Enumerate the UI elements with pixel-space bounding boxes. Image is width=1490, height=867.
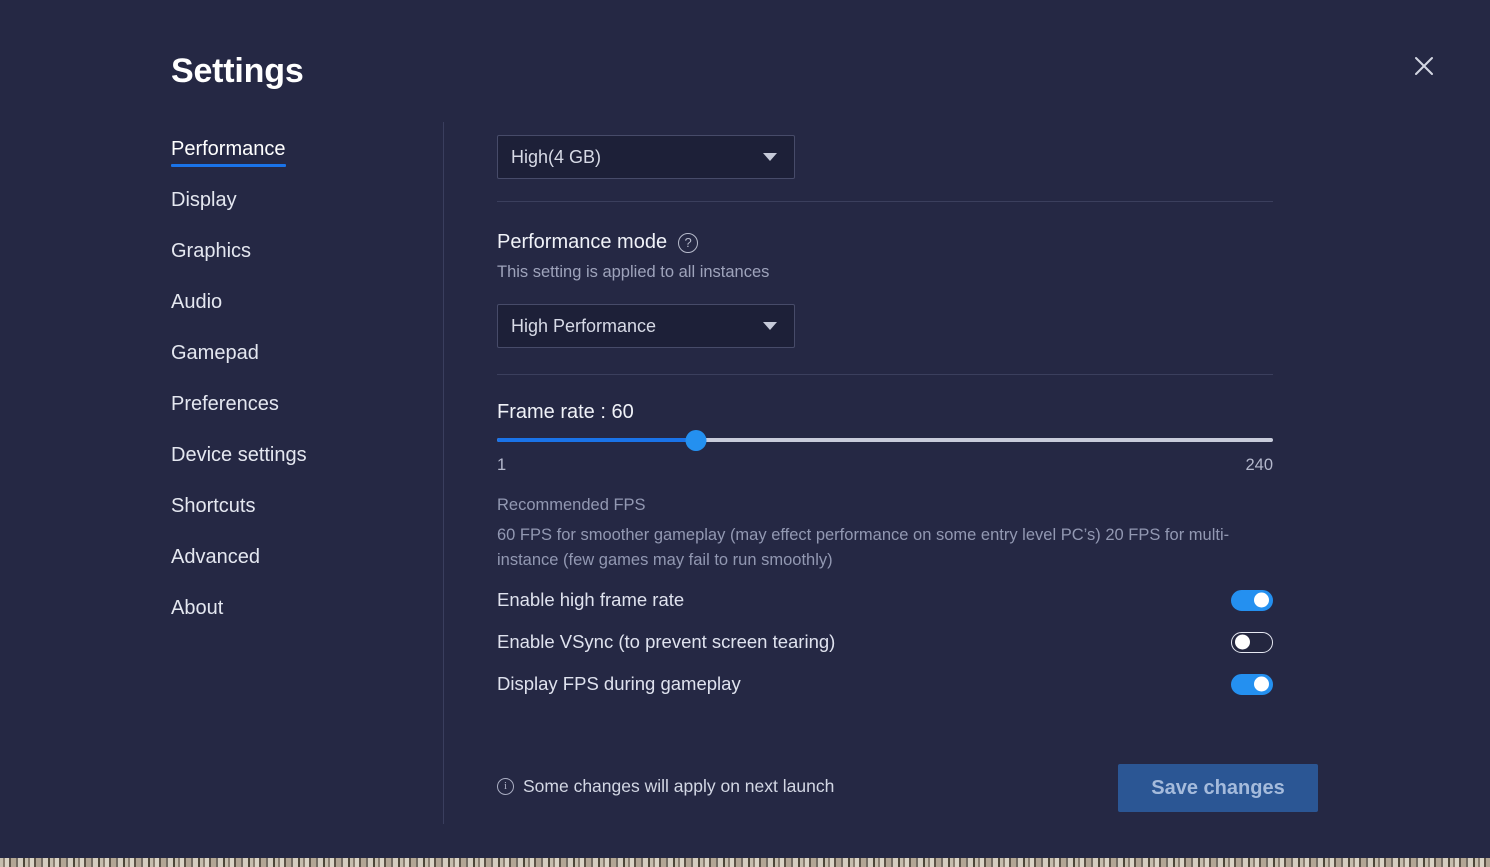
sidebar-item-preferences[interactable]: Preferences: [171, 393, 279, 422]
setting-row-display-fps: Display FPS during gameplay: [497, 668, 1273, 700]
recommended-fps-title: Recommended FPS: [497, 496, 646, 514]
sidebar-item-label: Gamepad: [171, 342, 259, 364]
page-title: Settings: [171, 52, 304, 90]
sidebar-item-gamepad[interactable]: Gamepad: [171, 342, 259, 371]
footer-note: i Some changes will apply on next launch: [497, 776, 834, 797]
slider-max-label: 240: [1245, 456, 1273, 474]
section-divider: [497, 201, 1273, 202]
sidebar-item-label: Advanced: [171, 546, 260, 568]
memory-allocation-value: High(4 GB): [511, 146, 602, 167]
performance-mode-dropdown[interactable]: High Performance: [497, 304, 795, 348]
slider-fill: [497, 438, 696, 442]
sidebar-item-label: Device settings: [171, 444, 307, 466]
settings-sidebar: Performance Display Graphics Audio Gamep…: [171, 138, 433, 648]
sidebar-divider: [443, 122, 444, 824]
background-game-sliver: [0, 858, 1490, 867]
toggle-knob: [1235, 634, 1250, 650]
settings-dialog: Settings Performance Display Graphics Au…: [0, 0, 1490, 858]
sidebar-item-label: Performance: [171, 138, 286, 160]
sidebar-item-graphics[interactable]: Graphics: [171, 240, 251, 269]
recommended-fps-body: 60 FPS for smoother gameplay (may effect…: [497, 526, 1230, 569]
slider-thumb[interactable]: [685, 430, 707, 451]
save-changes-button[interactable]: Save changes: [1118, 764, 1318, 812]
frame-rate-label: Frame rate : 60: [497, 401, 634, 423]
sidebar-item-label: Preferences: [171, 393, 279, 415]
frame-rate-slider[interactable]: [497, 430, 1273, 452]
sidebar-item-display[interactable]: Display: [171, 189, 237, 218]
sidebar-item-label: About: [171, 597, 224, 619]
memory-allocation-dropdown[interactable]: High(4 GB): [497, 135, 795, 179]
toggle-knob: [1254, 676, 1269, 692]
sidebar-item-label: Shortcuts: [171, 495, 256, 517]
footer-note-text: Some changes will apply on next launch: [523, 776, 835, 796]
sidebar-item-label: Graphics: [171, 240, 252, 262]
help-circle-icon[interactable]: ?: [678, 232, 699, 253]
performance-mode-title: Performance mode: [497, 231, 668, 253]
toggle-knob: [1254, 592, 1269, 608]
sidebar-item-label: Audio: [171, 291, 223, 313]
performance-mode-subtitle: This setting is applied to all instances: [497, 263, 770, 281]
performance-mode-header: Performance mode ?: [497, 231, 699, 254]
setting-row-vsync: Enable VSync (to prevent screen tearing): [497, 626, 1273, 658]
setting-label: Display FPS during gameplay: [497, 673, 741, 694]
performance-mode-value: High Performance: [511, 315, 657, 336]
close-button[interactable]: [1408, 50, 1440, 82]
setting-label: Enable high frame rate: [497, 589, 685, 610]
chevron-down-icon: [763, 322, 777, 330]
setting-label: Enable VSync (to prevent screen tearing): [497, 631, 836, 652]
toggle-vsync[interactable]: [1231, 631, 1273, 653]
sidebar-item-audio[interactable]: Audio: [171, 291, 222, 320]
sidebar-item-device-settings[interactable]: Device settings: [171, 444, 307, 473]
sidebar-item-performance[interactable]: Performance: [171, 138, 286, 167]
setting-row-high-frame-rate: Enable high frame rate: [497, 584, 1273, 616]
close-icon: [1413, 55, 1435, 77]
section-divider: [497, 374, 1273, 375]
sidebar-item-advanced[interactable]: Advanced: [171, 546, 260, 575]
chevron-down-icon: [763, 153, 777, 161]
sidebar-item-about[interactable]: About: [171, 597, 223, 626]
toggle-display-fps[interactable]: [1231, 673, 1273, 695]
info-circle-icon: i: [497, 778, 514, 795]
sidebar-item-label: Display: [171, 189, 237, 211]
sidebar-item-shortcuts[interactable]: Shortcuts: [171, 495, 255, 524]
toggle-high-frame-rate[interactable]: [1231, 589, 1273, 611]
